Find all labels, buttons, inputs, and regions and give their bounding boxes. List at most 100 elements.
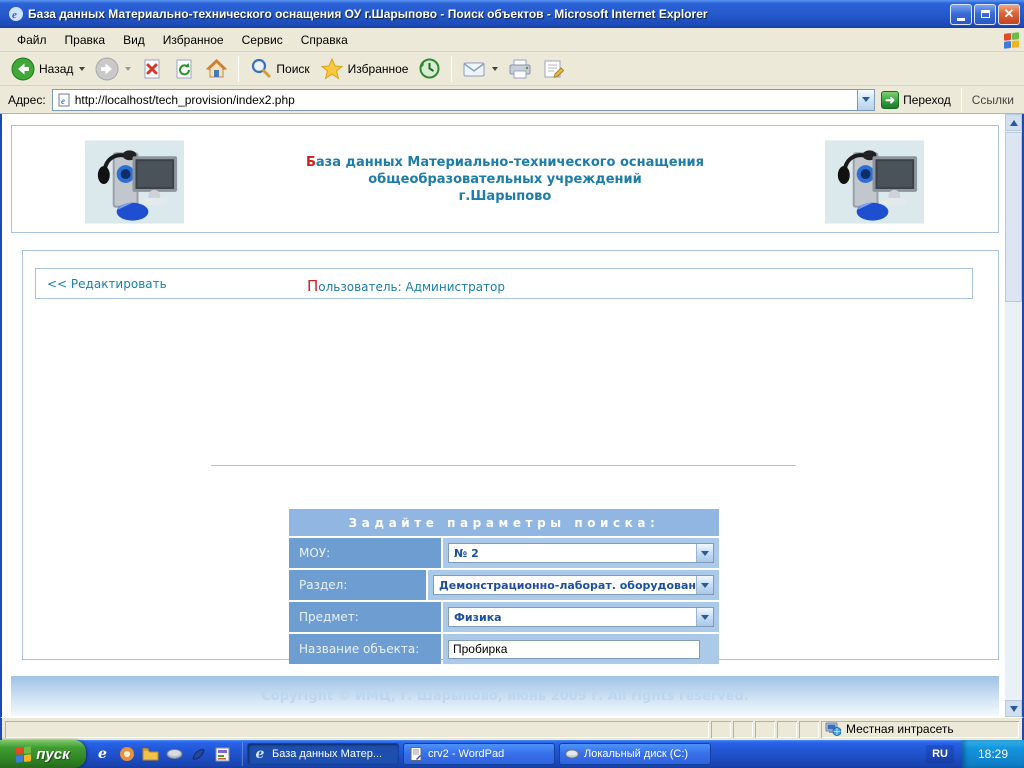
address-label: Адрес: (4, 93, 52, 107)
triangle-up-icon (1010, 120, 1018, 126)
minimize-button[interactable] (950, 4, 972, 25)
restore-button[interactable] (974, 4, 996, 25)
mou-label: МОУ: (289, 538, 441, 568)
status-panel (733, 721, 753, 738)
close-button[interactable]: ✕ (998, 4, 1020, 25)
stop-button[interactable] (136, 56, 168, 82)
intranet-icon (825, 722, 841, 736)
refresh-button[interactable] (168, 56, 200, 82)
select-arrow-button[interactable] (696, 576, 713, 594)
object-name-input[interactable] (448, 640, 700, 659)
ie-window-icon: e (8, 6, 24, 22)
page-icon: e (57, 93, 71, 107)
history-button[interactable] (413, 55, 446, 82)
subject-select[interactable]: Физика (448, 607, 714, 627)
menu-favorites[interactable]: Избранное (154, 33, 233, 47)
browser-toolbar: Назад Поиск (0, 52, 1024, 86)
chevron-down-icon (701, 551, 709, 556)
svg-text:e: e (12, 9, 17, 21)
select-arrow-button[interactable] (696, 608, 713, 626)
go-button[interactable]: ➜ Переход (881, 91, 951, 109)
scroll-down-button[interactable] (1005, 700, 1022, 717)
svg-text:e: e (61, 96, 65, 106)
print-button[interactable] (503, 56, 537, 82)
title-line3: г.Шарыпово (459, 189, 552, 204)
title-line2: общеобразовательных учреждений (368, 172, 641, 187)
back-dropdown-icon[interactable] (79, 67, 85, 71)
status-panel (755, 721, 775, 738)
forward-dropdown-icon[interactable] (125, 67, 131, 71)
mou-selected-value: № 2 (449, 547, 696, 560)
task-button-wordpad[interactable]: crv2 - WordPad (403, 743, 555, 765)
menu-help[interactable]: Справка (292, 33, 357, 47)
section-label: Раздел: (289, 570, 426, 600)
search-button[interactable]: Поиск (244, 55, 314, 82)
links-label[interactable]: Ссылки (966, 93, 1020, 107)
task-label: База данных Матер... (272, 748, 382, 760)
quicklaunch-app-icon[interactable] (190, 746, 207, 763)
restore-icon (981, 10, 990, 18)
status-panel (777, 721, 797, 738)
nav-box: << Редактировать Пользователь: Администр… (35, 268, 973, 299)
back-label: Назад (39, 62, 73, 76)
page-title: База данных Материально-технического осн… (206, 154, 804, 205)
favorites-label: Избранное (348, 62, 409, 76)
browser-viewport: База данных Материально-технического осн… (0, 114, 1024, 717)
start-button[interactable]: пуск (0, 740, 86, 768)
address-input[interactable] (75, 91, 857, 109)
quicklaunch-media-icon[interactable] (118, 746, 135, 763)
quicklaunch-folder-icon[interactable] (142, 746, 159, 763)
mou-select[interactable]: № 2 (448, 543, 714, 563)
mail-dropdown-icon[interactable] (492, 67, 498, 71)
user-first-letter: П (307, 277, 318, 295)
back-icon (11, 57, 35, 81)
forward-icon (95, 57, 119, 81)
user-rest: ользователь: Администратор (318, 280, 505, 294)
address-dropdown-button[interactable] (857, 90, 874, 110)
scrollbar-thumb[interactable] (1005, 132, 1022, 302)
home-icon (205, 57, 228, 80)
status-panel (711, 721, 731, 738)
section-select[interactable]: Демонстрационно-лаборат. оборудован (433, 575, 714, 595)
title-line1: аза данных Материально-технического осна… (316, 155, 704, 170)
task-button-local-disk[interactable]: Локальный диск (C:) (559, 743, 711, 765)
object-name-label: Название объекта: (289, 634, 441, 664)
quicklaunch-php-icon[interactable] (214, 746, 231, 763)
address-field[interactable]: e (52, 89, 875, 111)
edit-link[interactable]: << Редактировать (47, 277, 167, 291)
menu-edit[interactable]: Правка (56, 33, 115, 47)
quicklaunch-ie-icon[interactable]: e (94, 746, 111, 763)
links-separator (961, 88, 962, 112)
menu-tools[interactable]: Сервис (233, 33, 292, 47)
task-button-database[interactable]: e База данных Матер... (247, 743, 399, 765)
toolbar-separator (451, 56, 452, 82)
windows-logo-icon (1000, 29, 1022, 51)
status-panel (799, 721, 819, 738)
triangle-down-icon (1010, 706, 1018, 712)
footer: Copyright © ИМЦ, г. Шарыпово, июнь 2009 … (11, 676, 999, 716)
edit-button[interactable] (537, 56, 571, 82)
forward-button[interactable] (90, 55, 136, 83)
favorites-button[interactable]: Избранное (315, 55, 414, 83)
vertical-scrollbar[interactable] (1005, 114, 1022, 717)
back-button[interactable]: Назад (6, 55, 90, 83)
scroll-up-button[interactable] (1005, 114, 1022, 131)
language-indicator[interactable]: RU (926, 745, 954, 763)
mail-button[interactable] (457, 57, 503, 81)
quicklaunch-drive-icon[interactable] (166, 746, 183, 763)
menu-file[interactable]: Файл (8, 33, 56, 47)
wordpad-icon (409, 747, 423, 761)
search-icon (249, 57, 272, 80)
home-button[interactable] (200, 55, 233, 82)
form-row-object-name: Название объекта: (289, 634, 719, 664)
status-panel (5, 721, 709, 738)
main-content-box: << Редактировать Пользователь: Администр… (22, 250, 999, 660)
subject-selected-value: Физика (449, 611, 696, 624)
computer-logo-image (85, 140, 184, 224)
mail-icon (462, 59, 486, 79)
system-tray-clock[interactable]: 18:29 (962, 740, 1024, 768)
taskbar: пуск e e База данных Матер... crv2 - Wor… (0, 740, 1024, 768)
quick-launch: e (86, 746, 239, 763)
menu-view[interactable]: Вид (114, 33, 154, 47)
select-arrow-button[interactable] (696, 544, 713, 562)
